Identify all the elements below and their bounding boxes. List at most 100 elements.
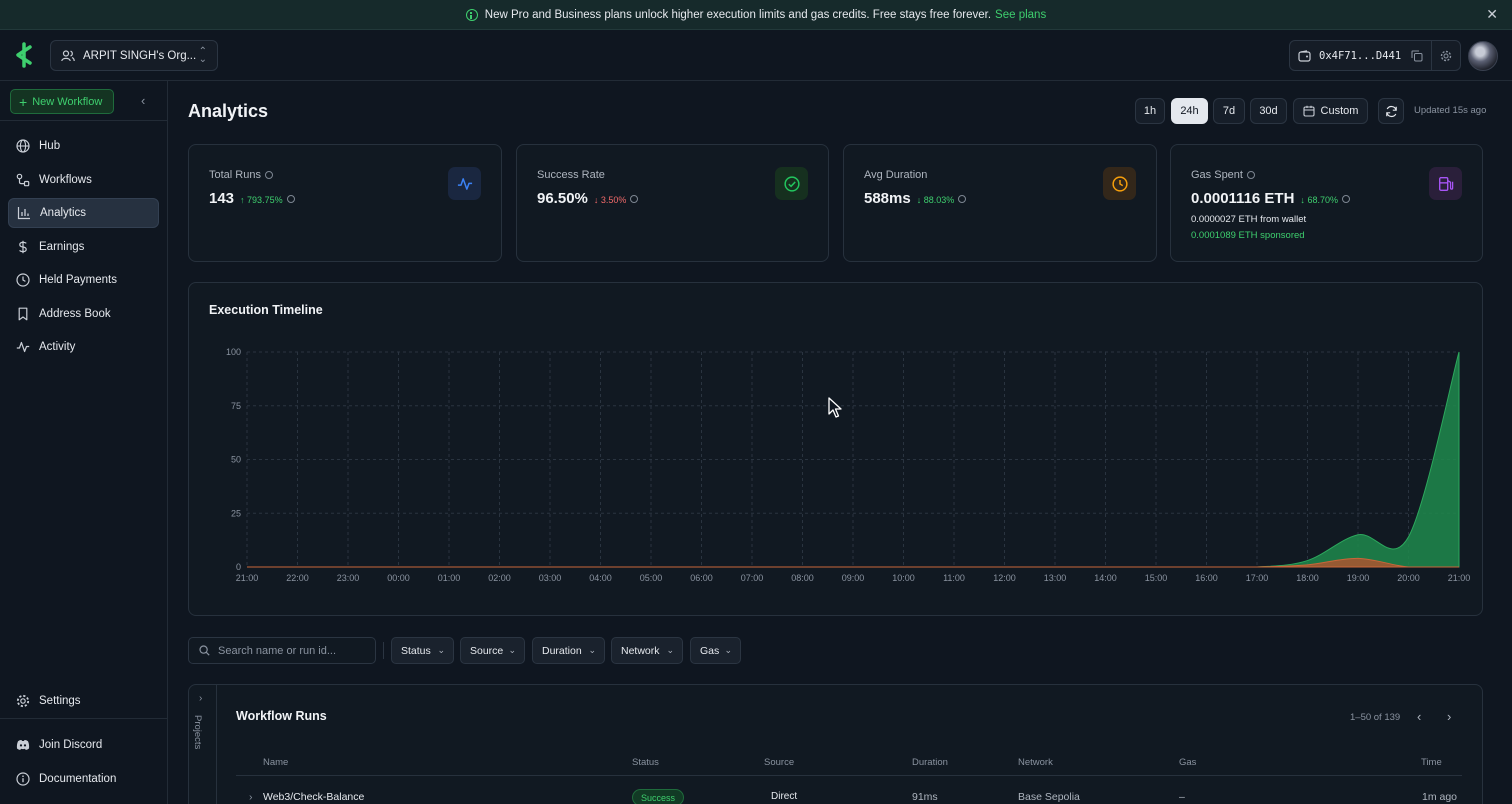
column-header[interactable]: Source xyxy=(764,757,794,768)
x-tick-label: 06:00 xyxy=(690,573,713,583)
source-filter-button[interactable]: Source ⌄ xyxy=(460,637,525,664)
refresh-button[interactable] xyxy=(1378,98,1404,124)
x-tick-label: 18:00 xyxy=(1296,573,1319,583)
filter-label: Network xyxy=(621,644,660,657)
info-icon[interactable] xyxy=(1246,171,1255,180)
sidebar-item-documentation[interactable]: Documentation xyxy=(8,764,159,794)
sidebar-item-hub[interactable]: Hub xyxy=(8,131,159,161)
x-tick-label: 01:00 xyxy=(438,573,461,583)
users-icon xyxy=(61,49,75,61)
sidebar-item-activity[interactable]: Activity xyxy=(8,332,159,362)
filter-label: Gas xyxy=(700,644,720,657)
duration-filter-button[interactable]: Duration ⌄ xyxy=(532,637,605,664)
projects-rail[interactable]: › Projects xyxy=(189,685,217,804)
delta-down: ↓ 68.70% xyxy=(1300,195,1338,205)
column-header[interactable]: Name xyxy=(263,757,288,768)
row-expand-icon[interactable]: › xyxy=(249,791,253,803)
logo-icon[interactable] xyxy=(14,42,38,68)
chevron-left-icon[interactable]: ‹ xyxy=(141,93,145,108)
announcement-banner: New Pro and Business plans unlock higher… xyxy=(0,0,1512,30)
card-icon-box xyxy=(1429,167,1462,200)
x-tick-label: 23:00 xyxy=(337,573,360,583)
column-header[interactable]: Gas xyxy=(1179,757,1196,768)
sidebar: + New Workflow ‹ Hub Workflows Analytics… xyxy=(0,81,168,804)
range-24h-button[interactable]: 24h xyxy=(1171,98,1208,124)
info-icon xyxy=(16,772,30,786)
chevrons-up-down-icon: ⌃ ⌄ xyxy=(198,45,207,65)
page-title: Analytics xyxy=(188,101,269,121)
run-duration: 91ms xyxy=(912,791,938,803)
info-icon[interactable] xyxy=(1341,195,1350,204)
network-filter-button[interactable]: Network ⌄ xyxy=(611,637,683,664)
search-box[interactable] xyxy=(188,637,376,664)
sidebar-item-label: Hub xyxy=(39,140,61,152)
copy-icon[interactable] xyxy=(1411,50,1423,62)
x-tick-label: 03:00 xyxy=(539,573,562,583)
column-header[interactable]: Network xyxy=(1018,757,1053,768)
next-page-icon[interactable]: › xyxy=(1447,709,1451,724)
new-workflow-button[interactable]: + New Workflow xyxy=(10,89,114,114)
card-value: 96.50% ↓ 3.50% xyxy=(537,190,639,207)
column-header[interactable]: Status xyxy=(632,757,659,768)
info-icon[interactable] xyxy=(630,195,639,204)
sidebar-item-join-discord[interactable]: Join Discord xyxy=(8,730,159,760)
clock-icon xyxy=(16,273,30,287)
filter-label: Duration xyxy=(542,644,582,657)
column-header[interactable]: Duration xyxy=(912,757,948,768)
filter-label: Source xyxy=(470,644,504,657)
x-tick-label: 10:00 xyxy=(892,573,915,583)
info-icon[interactable] xyxy=(958,195,967,204)
chevron-right-icon[interactable]: › xyxy=(199,693,202,704)
search-input[interactable] xyxy=(218,644,368,657)
custom-range-button[interactable]: Custom xyxy=(1293,98,1368,124)
info-icon[interactable] xyxy=(264,171,273,180)
sidebar-item-earnings[interactable]: Earnings xyxy=(8,232,159,262)
projects-label: Projects xyxy=(192,715,203,750)
delta-down: ↓ 88.03% xyxy=(916,195,955,205)
sidebar-item-workflows[interactable]: Workflows xyxy=(8,165,159,195)
x-tick-label: 21:00 xyxy=(1448,573,1471,583)
sidebar-item-analytics[interactable]: Analytics xyxy=(8,198,159,228)
column-header[interactable]: Time xyxy=(1421,757,1442,768)
gear-icon[interactable] xyxy=(1440,50,1452,62)
sidebar-divider xyxy=(0,718,168,719)
refresh-icon xyxy=(1385,105,1397,117)
close-icon[interactable]: ✕ xyxy=(1486,7,1498,21)
range-1h-button[interactable]: 1h xyxy=(1135,98,1165,124)
range-30d-button[interactable]: 30d xyxy=(1250,98,1287,124)
x-tick-label: 11:00 xyxy=(943,573,965,583)
check-circle-icon xyxy=(783,175,800,192)
info-icon[interactable] xyxy=(286,195,295,204)
bar-chart-icon xyxy=(17,207,30,220)
card-label: Total Runs xyxy=(209,169,273,181)
topbar: ARPIT SINGH's Org... ⌃ ⌄ 0x4F71...D441 xyxy=(0,30,1512,81)
discord-icon xyxy=(16,739,30,750)
see-plans-link[interactable]: See plans xyxy=(995,9,1046,21)
card-value: 588ms ↓ 88.03% xyxy=(864,190,967,207)
sidebar-item-address-book[interactable]: Address Book xyxy=(8,299,159,329)
execution-timeline-chart: 0 25 50 75 100 21:00 22:00 23:00 00:00 01:00 02:00… xyxy=(226,347,1471,583)
new-workflow-label: New Workflow xyxy=(32,95,103,108)
chevron-down-icon: ⌄ xyxy=(666,645,674,655)
delta-up: ↑ 793.75% xyxy=(240,195,283,205)
gas-filter-button[interactable]: Gas ⌄ xyxy=(690,637,741,664)
sidebar-item-held-payments[interactable]: Held Payments xyxy=(8,265,159,295)
org-switcher[interactable]: ARPIT SINGH's Org... ⌃ ⌄ xyxy=(50,40,218,71)
card-value: 143 ↑ 793.75% xyxy=(209,190,295,207)
prev-page-icon[interactable]: ‹ xyxy=(1417,709,1421,724)
sidebar-item-settings[interactable]: Settings xyxy=(8,686,159,716)
sidebar-item-label: Held Payments xyxy=(39,274,117,286)
run-network: Base Sepolia xyxy=(1018,791,1080,803)
sidebar-item-label: Analytics xyxy=(40,207,87,219)
search-icon xyxy=(199,645,210,656)
filter-divider xyxy=(383,642,384,659)
sidebar-item-label: Earnings xyxy=(39,241,85,253)
avatar[interactable] xyxy=(1468,41,1498,71)
status-filter-button[interactable]: Status ⌄ xyxy=(391,637,454,664)
run-name[interactable]: Web3/Check-Balance xyxy=(263,791,364,803)
wallet-pill[interactable]: 0x4F71...D441 xyxy=(1289,40,1461,71)
gear-icon xyxy=(16,694,30,708)
range-7d-button[interactable]: 7d xyxy=(1213,98,1245,124)
x-tick-label: 08:00 xyxy=(791,573,814,583)
info-icon xyxy=(465,8,478,21)
